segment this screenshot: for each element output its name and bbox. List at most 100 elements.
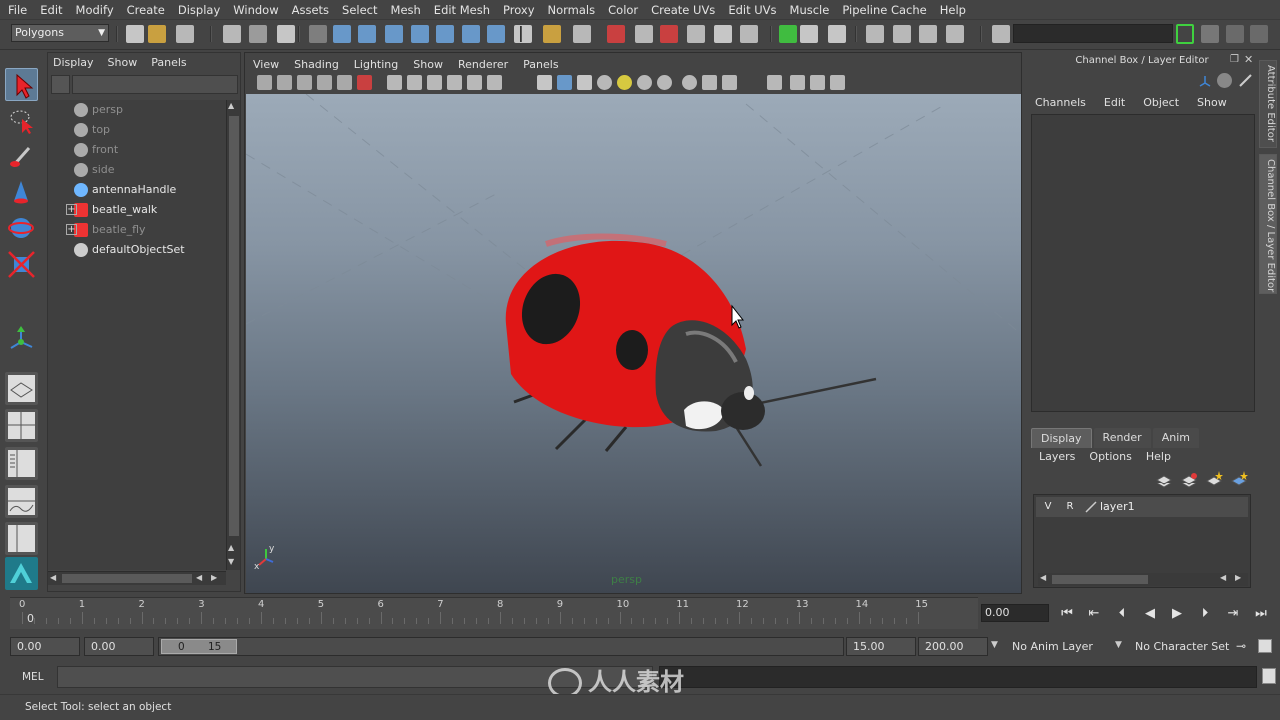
input-output-icon[interactable]	[543, 25, 561, 43]
scroll-thumb[interactable]	[1052, 575, 1148, 584]
smooth-shade-icon[interactable]	[557, 75, 572, 90]
outliner-menu-display[interactable]: Display	[53, 56, 94, 69]
persp-graph-layout-button[interactable]	[5, 485, 38, 518]
ipr-render-icon[interactable]	[607, 25, 625, 43]
scroll-up-icon[interactable]: ▲	[228, 543, 234, 552]
tab-anim[interactable]: Anim	[1152, 428, 1199, 448]
chevron-down-icon[interactable]: ▼	[991, 640, 998, 650]
motion-blur-icon[interactable]	[682, 75, 697, 90]
menu-pipeline-cache[interactable]: Pipeline Cache	[842, 3, 926, 17]
outliner-item-front[interactable]: front	[74, 141, 118, 159]
viewport-menu-panels[interactable]: Panels	[523, 58, 558, 71]
menu-display[interactable]: Display	[178, 3, 220, 17]
menu-select[interactable]: Select	[342, 3, 377, 17]
expand-icon[interactable]: +	[66, 204, 77, 215]
scale-tool-button[interactable]	[5, 248, 38, 281]
layer-menu-help[interactable]: Help	[1146, 450, 1171, 463]
channel-box-menu-object[interactable]: Object	[1143, 96, 1179, 109]
resolution-gate-icon[interactable]	[427, 75, 442, 90]
2d-pan-zoom-icon[interactable]	[337, 75, 352, 90]
new-layer-icon[interactable]	[1155, 472, 1173, 488]
speed-icon[interactable]	[1217, 73, 1232, 88]
depth-of-field-icon[interactable]	[722, 75, 737, 90]
close-icon[interactable]: ✕	[1244, 53, 1253, 66]
isolate-select-icon[interactable]	[767, 75, 782, 90]
snap-grid-icon[interactable]	[333, 25, 351, 43]
construction-history-icon[interactable]	[487, 25, 505, 43]
scroll-left-icon[interactable]: ◀	[1040, 573, 1046, 582]
move-tool-button[interactable]	[5, 176, 38, 209]
chevron-down-icon[interactable]: ▼	[1115, 640, 1122, 650]
single-perspective-layout-button[interactable]	[5, 372, 38, 405]
manipulator-tool-button[interactable]	[5, 322, 38, 355]
menu-proxy[interactable]: Proxy	[503, 3, 535, 17]
mel-label[interactable]: MEL	[22, 671, 44, 683]
script-editor-icon[interactable]	[1262, 668, 1276, 684]
gate-mask-icon[interactable]	[447, 75, 462, 90]
key-icon[interactable]: ⊸	[1236, 639, 1246, 653]
step-forward-frame-icon[interactable]: ⏵	[1194, 604, 1216, 624]
xray-active-icon[interactable]	[830, 75, 845, 90]
outliner-item-top[interactable]: top	[74, 121, 110, 139]
range-slider-track[interactable]: 0 15	[158, 637, 844, 656]
history-icon[interactable]	[462, 25, 480, 43]
outliner-persp-layout-button[interactable]	[5, 447, 38, 480]
wireframe-icon[interactable]	[537, 75, 552, 90]
viewport-menu-renderer[interactable]: Renderer	[458, 58, 508, 71]
render-settings-icon[interactable]	[635, 25, 653, 43]
scroll-thumb[interactable]	[229, 116, 239, 536]
attribute-icon[interactable]	[866, 25, 884, 43]
xray-joints-icon[interactable]	[810, 75, 825, 90]
scroll-right-icon[interactable]: ▶	[1235, 573, 1241, 582]
field-chart-icon[interactable]	[467, 75, 482, 90]
scroll-right-icon[interactable]: ▶	[211, 573, 217, 582]
channel-box-menu-show[interactable]: Show	[1197, 96, 1227, 109]
outliner-menu-panels[interactable]: Panels	[151, 56, 186, 69]
scroll-left-icon[interactable]: ◀	[196, 573, 202, 582]
menu-create-uvs[interactable]: Create UVs	[651, 3, 715, 17]
quick-select-field[interactable]	[1013, 24, 1173, 43]
default-material-icon[interactable]	[577, 75, 592, 90]
tab-display[interactable]: Display	[1031, 428, 1092, 448]
channel-box-menu-edit[interactable]: Edit	[1104, 96, 1125, 109]
outliner-horizontal-scrollbar[interactable]: ◀ ◀ ▶	[48, 571, 226, 585]
time-slider[interactable]: 0 1 2 3 4 5 6 7 8 9 10 11 12 13 14 15	[10, 597, 978, 629]
move-object-icon[interactable]	[800, 25, 818, 43]
menu-modify[interactable]: Modify	[76, 3, 114, 17]
menu-mesh[interactable]: Mesh	[391, 3, 421, 17]
go-to-end-icon[interactable]: ⏭	[1250, 604, 1272, 624]
go-to-start-icon[interactable]: ⏮	[1056, 604, 1078, 624]
outliner-icon[interactable]	[919, 25, 937, 43]
textured-icon[interactable]	[597, 75, 612, 90]
viewport-2-icon[interactable]	[779, 25, 797, 43]
viewport-menu-shading[interactable]: Shading	[294, 58, 339, 71]
sidebar-toggle-icon[interactable]	[1176, 24, 1194, 44]
camera-attributes-icon[interactable]	[277, 75, 292, 90]
menu-window[interactable]: Window	[233, 3, 278, 17]
channel-box-menu-channels[interactable]: Channels	[1035, 96, 1086, 109]
x-ray-icon[interactable]	[790, 75, 805, 90]
outliner-item-side[interactable]: side	[74, 161, 115, 179]
select-tool-button[interactable]	[5, 68, 38, 101]
menu-muscle[interactable]: Muscle	[790, 3, 830, 17]
sphere-icon[interactable]	[740, 25, 758, 43]
grease-pencil-icon[interactable]	[357, 75, 372, 90]
outliner-item-beatle-fly[interactable]: beatle_fly	[74, 221, 146, 239]
paint-select-tool-button[interactable]	[5, 140, 38, 173]
save-scene-icon[interactable]	[176, 25, 194, 43]
manipulator-icon[interactable]	[1198, 74, 1212, 88]
float-panel-icon[interactable]: ❐	[1230, 54, 1239, 65]
character-set-dropdown[interactable]: No Character Set	[1135, 640, 1229, 653]
expand-icon[interactable]: +	[66, 224, 77, 235]
viewport-menu-lighting[interactable]: Lighting	[354, 58, 398, 71]
toggle-panel-icon[interactable]	[828, 25, 846, 43]
bookmarks-icon[interactable]	[297, 75, 312, 90]
lights-icon[interactable]	[617, 75, 632, 90]
tab-render[interactable]: Render	[1093, 428, 1151, 448]
layer-horizontal-scrollbar[interactable]: ◀ ◀ ▶	[1038, 573, 1248, 586]
menu-assets[interactable]: Assets	[292, 3, 329, 17]
lock-selection-icon[interactable]	[309, 25, 327, 43]
attribute-editor-tab[interactable]: Attribute Editor	[1259, 60, 1277, 148]
viewport-menu-view[interactable]: View	[253, 58, 279, 71]
menu-edit-mesh[interactable]: Edit Mesh	[434, 3, 490, 17]
